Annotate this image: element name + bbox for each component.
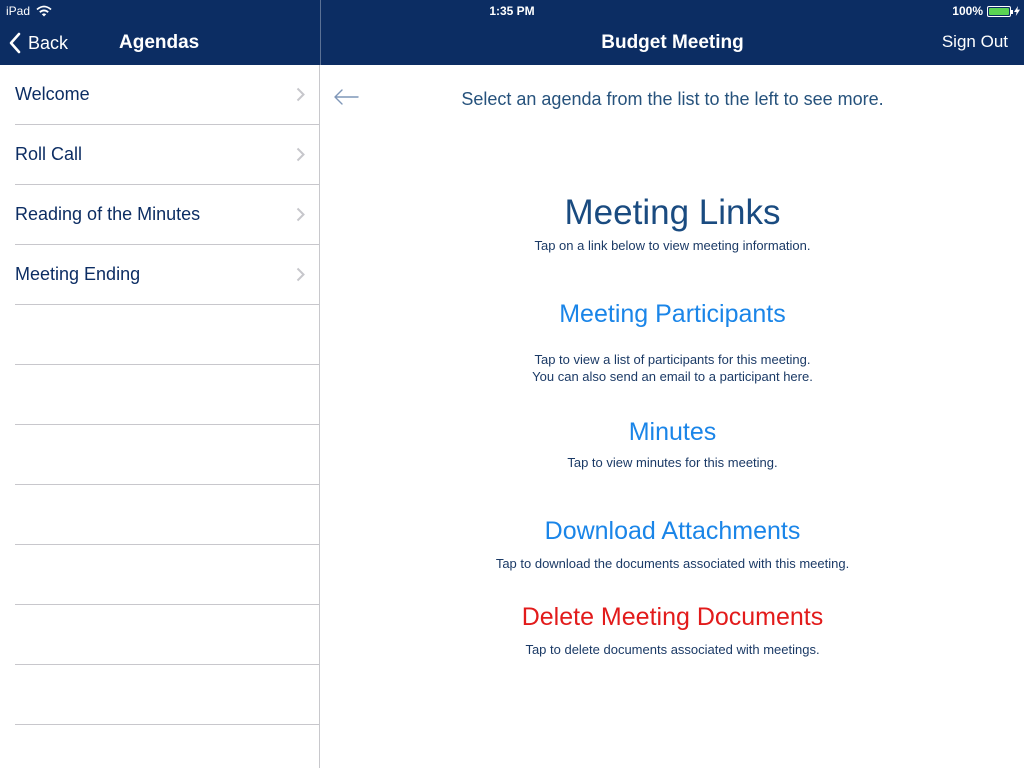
empty-row: [15, 305, 319, 365]
minutes-link[interactable]: Minutes: [321, 418, 1024, 447]
meeting-title: Budget Meeting: [601, 32, 744, 53]
agendas-nav-bar: Back Agendas: [0, 20, 320, 65]
empty-row: [15, 365, 319, 425]
agenda-list: Welcome Roll Call Reading of the Minutes…: [0, 65, 320, 768]
back-button-label: Back: [28, 32, 69, 53]
chevron-right-icon: [296, 267, 305, 282]
minutes-description: Tap to view minutes for this meeting.: [567, 455, 778, 470]
chevron-right-icon: [296, 147, 305, 162]
back-button[interactable]: Back: [8, 30, 68, 56]
agenda-item-welcome[interactable]: Welcome: [15, 65, 319, 125]
back-chevron-icon: [9, 32, 21, 54]
agenda-item-label: Welcome: [15, 84, 90, 104]
agenda-item-roll-call[interactable]: Roll Call: [15, 125, 319, 185]
meeting-links-subtitle: Tap on a link below to view meeting info…: [534, 238, 811, 253]
meeting-participants-description-2: You can also send an email to a particip…: [532, 369, 813, 384]
download-attachments-link[interactable]: Download Attachments: [321, 517, 1024, 546]
agenda-item-label: Meeting Ending: [15, 264, 141, 284]
meeting-participants-link[interactable]: Meeting Participants: [321, 300, 1024, 329]
chevron-right-icon: [296, 207, 305, 222]
empty-row: [15, 725, 319, 768]
empty-row: [15, 545, 319, 605]
meeting-participants-description: Tap to view a list of participants for t…: [534, 352, 811, 367]
agenda-item-label: Reading of the Minutes: [15, 204, 201, 224]
empty-row: [15, 485, 319, 545]
empty-row: [15, 425, 319, 485]
chevron-right-icon: [296, 87, 305, 102]
delete-meeting-documents-description: Tap to delete documents associated with …: [525, 642, 820, 657]
delete-meeting-documents-link[interactable]: Delete Meeting Documents: [321, 603, 1024, 632]
agenda-item-reading-of-minutes[interactable]: Reading of the Minutes: [15, 185, 319, 245]
meeting-detail-pane: Select an agenda from the list to the le…: [321, 65, 1024, 768]
agenda-hint-text: Select an agenda from the list to the le…: [461, 89, 884, 109]
empty-row: [15, 605, 319, 665]
status-time: 1:35 PM: [489, 4, 535, 18]
agenda-item-meeting-ending[interactable]: Meeting Ending: [15, 245, 319, 305]
battery-percentage: 100%: [952, 4, 983, 18]
meeting-links-heading: Meeting Links: [564, 193, 781, 232]
charging-bolt-icon: [1014, 6, 1020, 16]
agendas-title: Agendas: [119, 32, 200, 53]
empty-row: [15, 665, 319, 725]
status-bar-right: 100%: [952, 4, 1020, 18]
navigation-bar: iPad 1:35 PM 100% Back Agendas Budget Me…: [0, 0, 1024, 65]
sign-out-button[interactable]: Sign Out: [942, 32, 1008, 52]
download-attachments-description: Tap to download the documents associated…: [495, 556, 850, 571]
agenda-item-label: Roll Call: [15, 144, 83, 164]
app-window: iPad 1:35 PM 100% Back Agendas Budget Me…: [0, 0, 1024, 768]
battery-icon: [987, 5, 1013, 17]
